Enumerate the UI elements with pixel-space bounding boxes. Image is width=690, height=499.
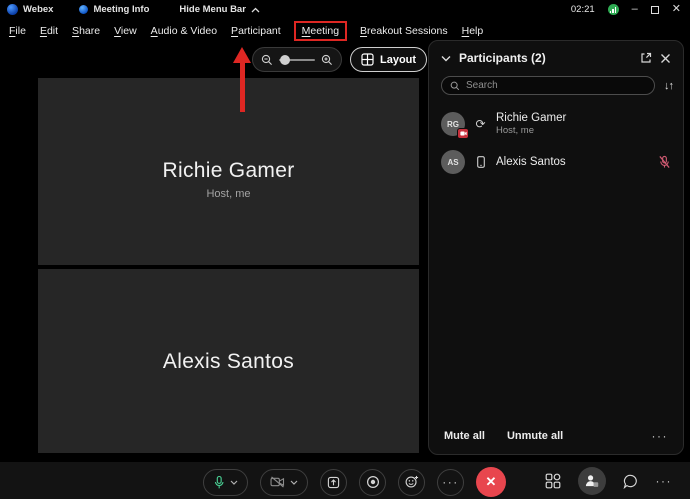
meeting-control-bar: ··· ✕ ··· (0, 462, 690, 499)
participants-icon (585, 475, 599, 487)
meeting-timer: 02:21 (570, 4, 595, 15)
mute-button[interactable] (203, 468, 248, 496)
ellipsis-icon: ··· (442, 475, 459, 489)
menu-item-audio-video[interactable]: Audio & Video (150, 23, 218, 39)
menu-item-participant[interactable]: Participant (230, 23, 282, 39)
avatar-initials: RG (447, 119, 459, 129)
apps-grid-icon (545, 473, 560, 489)
participants-panel-title: Participants (2) (459, 51, 546, 65)
search-field[interactable] (441, 76, 655, 95)
layout-button[interactable]: Layout (350, 47, 428, 72)
close-button[interactable]: ✕ (672, 4, 681, 15)
connection-status-icon (607, 4, 619, 15)
title-bar: Webex Meeting Info Hide Menu Bar 02:21 –… (0, 0, 690, 19)
menu-item-share[interactable]: Share (71, 23, 101, 39)
share-icon (327, 476, 340, 488)
menu-item-help[interactable]: Help (461, 23, 485, 39)
participant-row-richie-gamer[interactable]: RG ⟳ Richie Gamer Host, me (429, 105, 683, 143)
webex-logo-icon (7, 4, 18, 15)
apps-button[interactable] (545, 473, 561, 489)
zoom-slider[interactable] (279, 54, 315, 65)
participants-panel-footer: Mute all Unmute all ··· (429, 418, 683, 454)
reactions-smiley-icon (405, 475, 418, 488)
more-options-button[interactable]: ··· (437, 468, 464, 496)
close-icon (661, 53, 670, 63)
pop-out-panel-button[interactable] (640, 52, 652, 64)
avatar: RG (441, 112, 469, 139)
chat-button[interactable] (623, 474, 639, 489)
search-input[interactable] (466, 80, 646, 91)
tile-participant-role: Host, me (206, 188, 251, 200)
meeting-info-button[interactable]: Meeting Info (79, 4, 149, 15)
zoom-out-icon[interactable] (261, 54, 273, 66)
participant-name: Alexis Santos (496, 155, 566, 168)
chevron-down-icon[interactable] (441, 55, 451, 62)
camera-off-badge-icon (457, 128, 469, 139)
close-panel-button[interactable] (660, 53, 671, 64)
annotation-arrow (233, 47, 251, 112)
menu-item-edit[interactable]: Edit (39, 23, 59, 39)
record-button[interactable] (359, 468, 386, 496)
webex-meeting-window: Webex Meeting Info Hide Menu Bar 02:21 –… (0, 0, 690, 499)
panel-more-options-button[interactable]: ··· (652, 430, 669, 442)
participant-role: Host, me (496, 125, 535, 136)
mute-all-button[interactable]: Mute all (444, 430, 485, 442)
muted-mic-icon[interactable] (658, 155, 671, 169)
minimize-button[interactable]: – (632, 4, 638, 15)
search-icon (450, 81, 460, 90)
reactions-button[interactable] (398, 468, 425, 496)
layout-button-label: Layout (380, 53, 417, 66)
camera-off-icon (270, 476, 285, 488)
pop-out-icon (641, 52, 652, 63)
menu-item-view[interactable]: View (113, 23, 138, 39)
avatar-initials: AS (447, 157, 459, 167)
chevron-down-icon[interactable] (290, 480, 298, 485)
share-screen-button[interactable] (320, 468, 347, 496)
meeting-info-label: Meeting Info (93, 4, 150, 15)
video-tile-richie-gamer[interactable]: Richie Gamer Host, me (38, 78, 419, 265)
leave-x-icon: ✕ (485, 474, 497, 489)
panel-options-button[interactable]: ··· (656, 475, 673, 487)
app-name: Webex (23, 4, 54, 15)
unmute-all-button[interactable]: Unmute all (507, 430, 563, 442)
app-brand: Webex (7, 4, 53, 15)
menu-bar: File Edit Share View Audio & Video Parti… (0, 19, 690, 42)
meeting-info-icon (79, 5, 89, 14)
start-video-button[interactable] (260, 468, 308, 496)
chevron-down-icon[interactable] (230, 480, 238, 485)
video-tile-alexis-santos[interactable]: Alexis Santos (38, 269, 419, 453)
participants-panel: Participants (2) Search ↓↑ RG ⟳ Richie G… (428, 40, 684, 455)
participant-row-alexis-santos[interactable]: AS Alexis Santos (429, 143, 683, 181)
zoom-slider-knob[interactable] (280, 54, 290, 65)
participants-search-row: ↓↑ (429, 73, 683, 101)
chat-bubble-icon (623, 474, 637, 489)
leave-meeting-button[interactable]: ✕ (476, 467, 506, 497)
maximize-button[interactable] (650, 5, 659, 14)
zoom-control (252, 47, 342, 72)
layout-grid-icon (361, 53, 374, 66)
avatar: AS (441, 150, 465, 174)
participants-panel-header: Participants (2) (429, 41, 683, 73)
sort-participants-icon[interactable]: ↓↑ (664, 80, 674, 92)
menu-item-file[interactable]: File (8, 23, 27, 39)
participants-toggle-button[interactable] (577, 467, 606, 495)
participants-list: RG ⟳ Richie Gamer Host, me AS Alexis San… (429, 105, 683, 181)
record-icon (366, 475, 379, 489)
tile-participant-name: Richie Gamer (162, 159, 295, 182)
menu-item-breakout-sessions[interactable]: Breakout Sessions (359, 23, 449, 39)
microphone-icon (214, 475, 224, 488)
hide-menu-bar-label: Hide Menu Bar (179, 4, 246, 15)
tile-participant-name: Alexis Santos (162, 350, 295, 373)
menu-item-meeting[interactable]: Meeting (293, 20, 348, 41)
paired-device-icon: ⟳ (475, 117, 486, 131)
chevron-up-icon (251, 7, 260, 12)
zoom-in-icon[interactable] (321, 54, 333, 66)
participant-name: Richie Gamer (496, 112, 567, 124)
hide-menu-bar-button[interactable]: Hide Menu Bar (179, 4, 260, 15)
mobile-device-icon (474, 156, 487, 168)
